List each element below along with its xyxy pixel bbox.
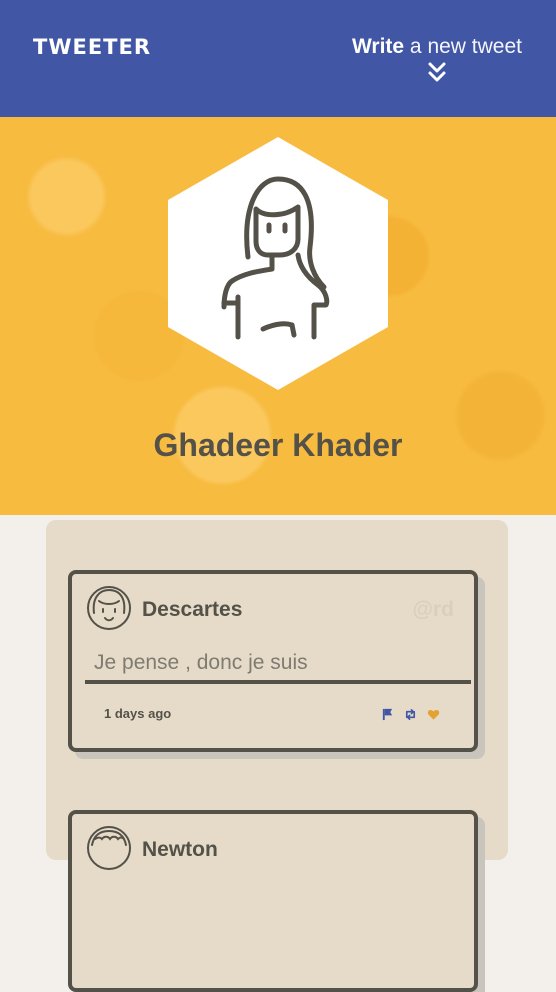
user-avatar-icon (168, 137, 388, 390)
user-avatar-icon (87, 586, 131, 630)
app-logo[interactable]: TWEETER (33, 35, 151, 59)
write-label: Write (351, 35, 405, 58)
tweet-timestamp: 1 days ago (104, 706, 172, 721)
new-tweet-label: a new tweet (404, 35, 522, 58)
retweet-icon[interactable] (404, 708, 417, 721)
flag-icon[interactable] (381, 708, 394, 721)
tweet-author[interactable]: Newton (142, 838, 218, 862)
tweet-card: Descartes @rd Je pense , donc je suis 1 … (68, 570, 478, 752)
tweet-divider (85, 680, 471, 684)
chevron-double-down-icon (428, 62, 446, 82)
top-navbar: TWEETER Write a new tweet (0, 0, 556, 117)
profile-name: Ghadeer Khader (153, 427, 403, 463)
tweet-author[interactable]: Descartes (142, 598, 242, 622)
write-tweet-button[interactable]: Write a new tweet (352, 35, 522, 83)
tweet-actions (381, 708, 440, 721)
tweet-text: Je pense , donc je suis (94, 651, 308, 674)
tweet-feed: Descartes @rd Je pense , donc je suis 1 … (46, 520, 508, 992)
tweet-card: Newton (68, 810, 478, 992)
user-avatar-icon (87, 826, 131, 870)
heart-icon[interactable] (427, 708, 440, 721)
tweet-handle[interactable]: @rd (413, 598, 454, 622)
